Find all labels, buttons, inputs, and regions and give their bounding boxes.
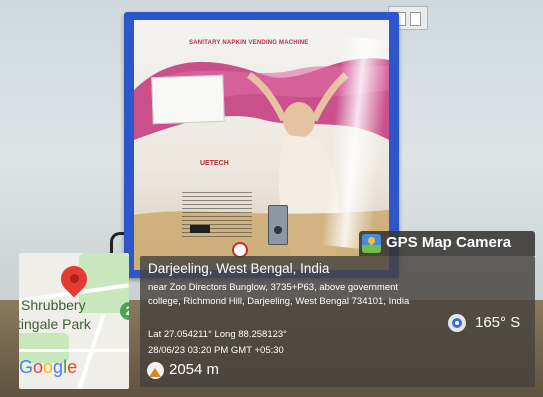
gps-info-overlay: Darjeeling, West Bengal, India near Zoo … [140,256,535,387]
switch [410,12,421,26]
coin-slot [268,205,288,245]
coin-button [274,226,282,234]
map-camera-icon [362,234,381,253]
machine-front-panel: SANITARY NAPKIN VENDING MACHINE UETECH [134,20,389,270]
machine-brand: UETECH [200,160,229,167]
map-pin-center [70,274,79,283]
map-label: tingale Park [19,316,91,332]
machine-display [190,225,210,233]
coordinates-text: Lat 27.054211° Long 88.258123° [148,329,287,340]
app-name: GPS Map Camera [386,234,512,251]
photo-scene: SANITARY NAPKIN VENDING MACHINE UETECH S… [0,0,543,397]
paper-note [151,74,225,125]
map-road [19,349,129,352]
location-title: Darjeeling, West Bengal, India [148,261,330,276]
map-label: Shrubbery [21,297,86,313]
address-text: near Zoo Directors Bunglow, 3735+P63, ab… [148,282,410,307]
mountain-icon [147,362,164,379]
map-thumbnail: Shrubbery tingale Park 2 Google [19,253,129,389]
gps-app-tag: GPS Map Camera [359,231,535,256]
altitude-value: 2054 m [169,361,220,378]
map-route-badge: 2 [120,302,129,320]
heading-value: 165° S [475,314,521,331]
vending-machine: SANITARY NAPKIN VENDING MACHINE UETECH [124,12,399,278]
compass-icon [448,314,466,332]
google-logo: Google [19,357,78,377]
datetime-text: 28/06/23 03:20 PM GMT +05:30 [148,345,284,356]
